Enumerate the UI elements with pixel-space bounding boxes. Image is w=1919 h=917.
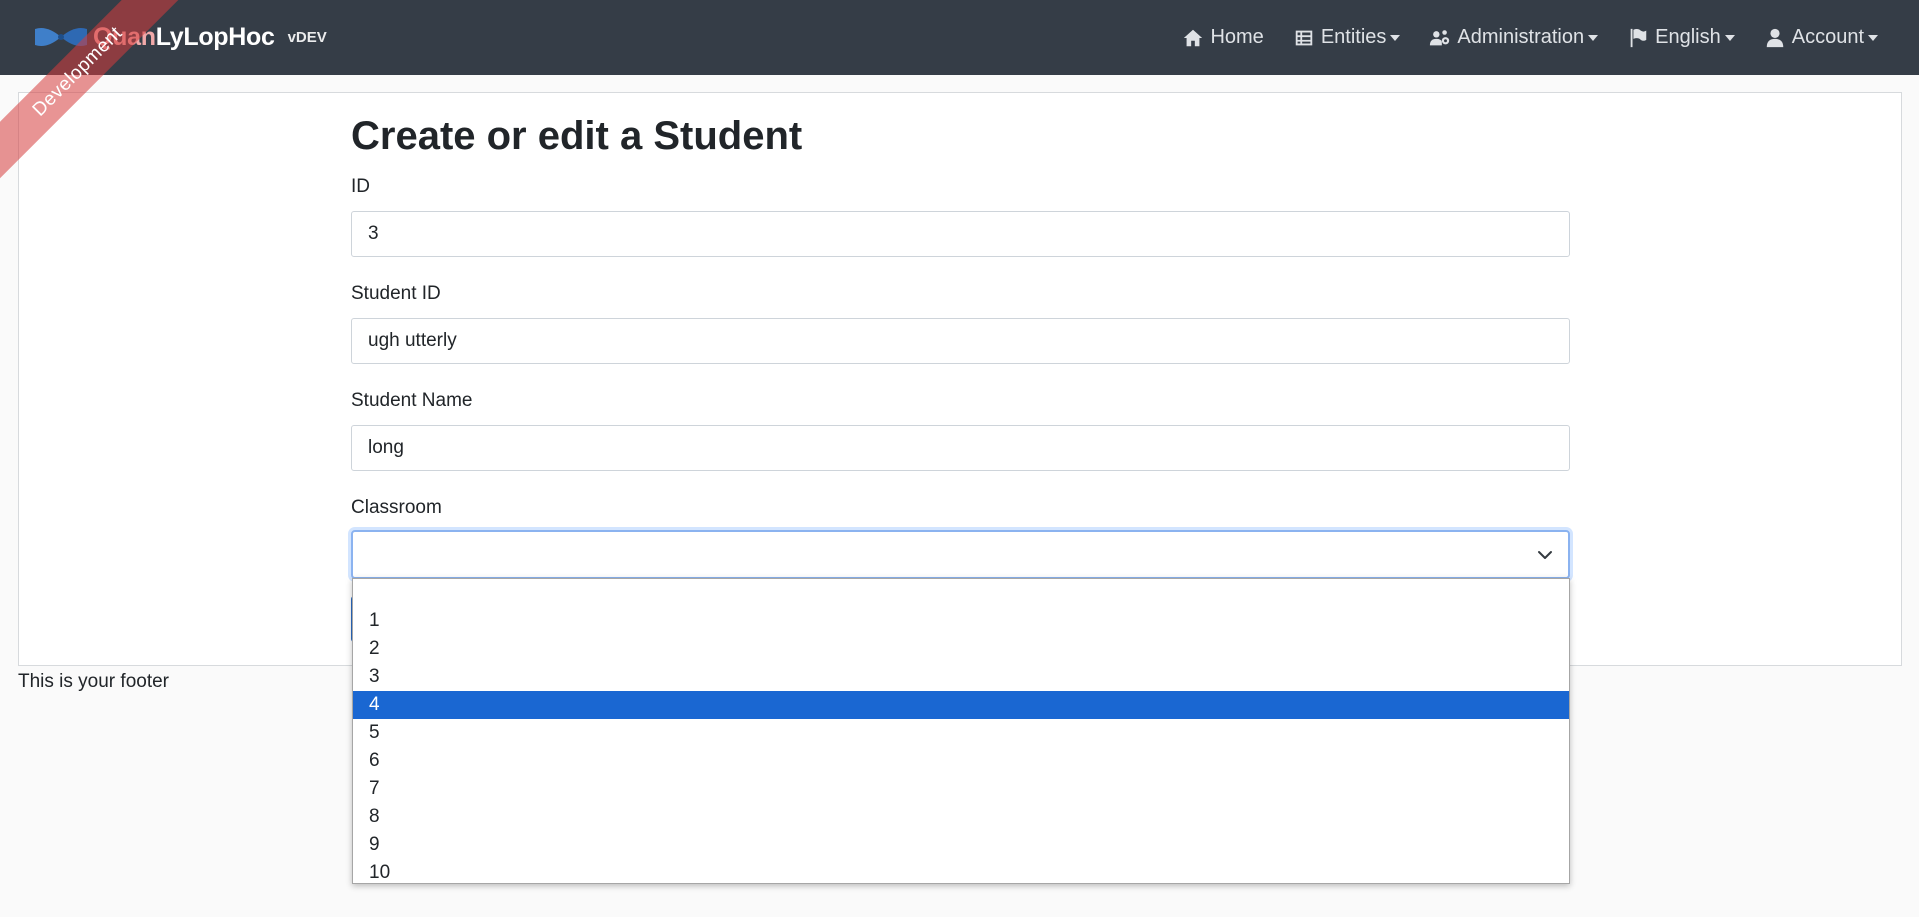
nav-language-label: English xyxy=(1655,26,1721,48)
chevron-down-icon xyxy=(1538,551,1552,559)
nav-account-label: Account xyxy=(1791,26,1864,48)
users-cog-icon xyxy=(1430,29,1450,45)
nav-administration[interactable]: Administration xyxy=(1429,26,1599,49)
nav-entities[interactable]: Entities xyxy=(1293,26,1401,49)
chevron-down-icon xyxy=(1588,34,1599,41)
student-name-label: Student Name xyxy=(351,390,473,411)
classroom-option[interactable]: 3 xyxy=(353,663,1569,691)
classroom-options-list: 1 2 3 4 5 6 7 8 9 10 xyxy=(352,578,1570,884)
brand-version: vDEV xyxy=(287,28,327,46)
nav-home-label: Home xyxy=(1210,26,1264,48)
nav-home[interactable]: Home xyxy=(1182,26,1264,49)
navbar: QuanLyLopHoc vDEV Home Entities Administ… xyxy=(0,0,1919,75)
nav-language[interactable]: English xyxy=(1627,26,1735,49)
nav-account[interactable]: Account xyxy=(1764,26,1878,49)
brand-title-part2: LyLopHoc xyxy=(155,22,275,51)
student-name-field[interactable]: long xyxy=(351,425,1570,471)
page-title: Create or edit a Student xyxy=(351,114,803,158)
classroom-label: Classroom xyxy=(351,497,442,518)
classroom-select[interactable] xyxy=(351,530,1570,579)
nav-entities-label: Entities xyxy=(1320,26,1387,48)
student-id-label: Student ID xyxy=(351,283,441,304)
user-icon xyxy=(1766,28,1783,47)
chevron-down-icon xyxy=(1868,34,1878,41)
id-label: ID xyxy=(351,176,370,197)
chevron-down-icon xyxy=(1724,34,1735,41)
classroom-option[interactable]: 4 xyxy=(353,691,1569,719)
table-list-icon xyxy=(1295,30,1313,45)
footer-text: This is your footer xyxy=(18,671,169,692)
classroom-option[interactable]: 10 xyxy=(353,859,1569,887)
id-field[interactable]: 3 xyxy=(351,211,1570,257)
chevron-down-icon xyxy=(1390,34,1401,41)
flag-icon xyxy=(1630,28,1647,47)
classroom-option[interactable]: 9 xyxy=(353,831,1569,859)
nav-administration-label: Administration xyxy=(1457,26,1585,48)
classroom-option[interactable]: 6 xyxy=(353,747,1569,775)
classroom-option[interactable]: 1 xyxy=(353,607,1569,635)
classroom-option[interactable]: 7 xyxy=(353,775,1569,803)
classroom-option[interactable] xyxy=(353,579,1569,607)
classroom-option[interactable]: 8 xyxy=(353,803,1569,831)
classroom-option[interactable]: 5 xyxy=(353,719,1569,747)
student-id-field[interactable]: ugh utterly xyxy=(351,318,1570,364)
main-nav: Home Entities Administration English Acc… xyxy=(1153,0,1878,75)
classroom-option[interactable]: 2 xyxy=(353,635,1569,663)
home-icon xyxy=(1184,29,1203,46)
